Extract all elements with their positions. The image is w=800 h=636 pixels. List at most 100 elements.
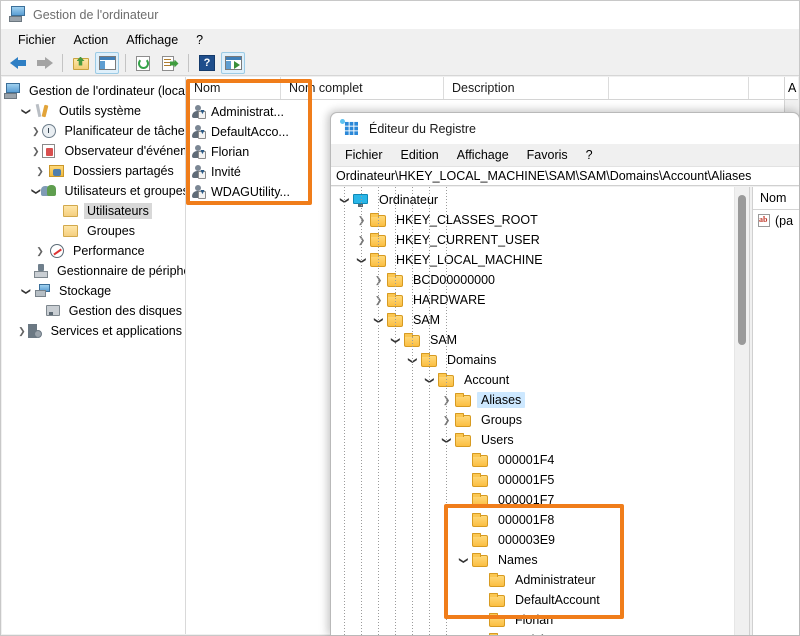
chevron-down-icon[interactable]: ❯ — [21, 103, 32, 119]
cm-tree-item[interactable]: ❯Utilisateurs et groupes l — [2, 181, 185, 201]
registry-tree-item[interactable]: ❯HKEY_CLASSES_ROOT — [331, 210, 734, 230]
chevron-down-icon[interactable]: ❯ — [21, 283, 32, 299]
cm-tree-item[interactable]: ❯Performance — [2, 241, 185, 261]
chevron-right-icon[interactable]: ❯ — [18, 326, 26, 337]
registry-tree-item[interactable]: ❯BCD00000000 — [331, 270, 734, 290]
registry-tree-item-label: SAM — [409, 312, 444, 328]
registry-tree-item[interactable]: ❯SAM — [331, 330, 734, 350]
reg-menu-affichage[interactable]: Affichage — [448, 146, 518, 164]
folder-up-icon[interactable] — [69, 52, 93, 74]
folder-icon — [471, 553, 489, 568]
registry-tree-item[interactable]: Florian — [331, 610, 734, 630]
chevron-down-icon[interactable]: ❯ — [458, 553, 469, 568]
device-manager-icon — [32, 263, 50, 279]
user-account-icon — [190, 164, 208, 180]
back-arrow-icon[interactable] — [6, 52, 30, 74]
chevron-right-icon[interactable]: ❯ — [32, 166, 48, 177]
folder-icon — [488, 593, 506, 608]
tools-icon — [34, 103, 52, 119]
cm-tree-item-label: Utilisateurs — [84, 203, 152, 219]
reg-menu-help[interactable]: ? — [577, 146, 602, 164]
cm-tree-item[interactable]: ❯Dossiers partagés — [2, 161, 185, 181]
list-column-header[interactable]: Nom complet — [281, 77, 444, 99]
cm-tree-item-label: Gestion de l'ordinateur (local) — [26, 83, 186, 99]
registry-tree-item[interactable]: ❯Domains — [331, 350, 734, 370]
registry-tree-item[interactable]: DefaultAccount — [331, 590, 734, 610]
registry-tree-item[interactable]: ❯SAM — [331, 310, 734, 330]
cm-tree-item[interactable]: Gestion des disques — [2, 301, 185, 321]
registry-tree-item[interactable]: ❯HARDWARE — [331, 290, 734, 310]
cm-tree-item[interactable]: ❯Outils système — [2, 101, 185, 121]
cm-tree-item[interactable]: Groupes — [2, 221, 185, 241]
computer-management-menubar: Fichier Action Affichage ? — [1, 29, 799, 51]
registry-tree-item[interactable]: 000001F8 — [331, 510, 734, 530]
list-column-header[interactable] — [609, 77, 749, 99]
registry-editor-icon — [344, 120, 361, 137]
registry-values-rows[interactable]: ab(pa — [753, 210, 799, 231]
show-hide-tree-icon[interactable] — [95, 52, 119, 74]
list-column-header[interactable]: Description — [444, 77, 609, 99]
user-account-icon — [190, 184, 208, 200]
folder-icon — [488, 633, 506, 636]
registry-editor-titlebar: Éditeur du Registre — [331, 113, 799, 144]
cm-tree-item[interactable]: ❯Services et applications — [2, 321, 185, 341]
registry-tree-item-label: HARDWARE — [409, 292, 489, 308]
registry-tree-item-label: 000001F7 — [494, 492, 558, 508]
toolbar-separator — [125, 54, 126, 72]
chevron-right-icon[interactable]: ❯ — [32, 146, 40, 157]
reg-menu-edition[interactable]: Edition — [392, 146, 448, 164]
chevron-right-icon[interactable]: ❯ — [32, 246, 48, 257]
computer-management-icon — [9, 6, 26, 23]
registry-tree[interactable]: ❯Ordinateur❯HKEY_CLASSES_ROOT❯HKEY_CURRE… — [331, 187, 734, 635]
cm-tree-item[interactable]: Gestion de l'ordinateur (local) — [2, 81, 185, 101]
show-action-pane-icon[interactable] — [221, 52, 245, 74]
registry-tree-item[interactable]: ❯Aliases — [331, 390, 734, 410]
reg-menu-fichier[interactable]: Fichier — [336, 146, 392, 164]
menu-fichier[interactable]: Fichier — [9, 31, 65, 49]
user-list-row-name: DefaultAcco... — [211, 125, 289, 139]
registry-tree-item[interactable]: Invité — [331, 630, 734, 635]
export-list-icon[interactable] — [158, 52, 182, 74]
cm-tree-item[interactable]: Gestionnaire de périphé — [2, 261, 185, 281]
list-column-header[interactable]: Nom — [186, 77, 281, 99]
computer-management-tree[interactable]: Gestion de l'ordinateur (local) ❯Outils s… — [2, 77, 186, 634]
shared-folders-icon — [48, 163, 66, 179]
scrollbar-thumb[interactable] — [738, 195, 746, 345]
help-icon[interactable]: ? — [195, 52, 219, 74]
menu-help[interactable]: ? — [187, 31, 212, 49]
reg-menu-favoris[interactable]: Favoris — [518, 146, 577, 164]
registry-tree-item[interactable]: ❯Groups — [331, 410, 734, 430]
event-viewer-icon — [40, 143, 58, 159]
registry-editor-window: Éditeur du Registre Fichier Edition Affi… — [330, 112, 800, 636]
registry-tree-item[interactable]: ❯HKEY_LOCAL_MACHINE — [331, 250, 734, 270]
menu-action[interactable]: Action — [65, 31, 118, 49]
values-column-header-nom[interactable]: Nom — [753, 187, 799, 210]
menu-affichage[interactable]: Affichage — [117, 31, 187, 49]
cm-tree-item[interactable]: ❯Stockage — [2, 281, 185, 301]
refresh-icon[interactable] — [132, 52, 156, 74]
registry-tree-item[interactable]: 000003E9 — [331, 530, 734, 550]
registry-value-row[interactable]: ab(pa — [753, 210, 799, 231]
registry-tree-item[interactable]: ❯Users — [331, 430, 734, 450]
registry-tree-item[interactable]: 000001F7 — [331, 490, 734, 510]
cm-tree-item-label: Gestionnaire de périphé — [54, 263, 186, 279]
registry-editor-body: ❯Ordinateur❯HKEY_CLASSES_ROOT❯HKEY_CURRE… — [331, 187, 799, 635]
forward-arrow-icon[interactable] — [32, 52, 56, 74]
cm-tree-item[interactable]: Utilisateurs — [2, 201, 185, 221]
cm-tree-item[interactable]: ❯Observateur d'événeme — [2, 141, 185, 161]
cm-tree-item[interactable]: ❯Planificateur de tâches — [2, 121, 185, 141]
folder-icon — [488, 613, 506, 628]
storage-icon — [34, 283, 52, 299]
registry-tree-item[interactable]: ❯HKEY_CURRENT_USER — [331, 230, 734, 250]
registry-tree-item[interactable]: ❯Account — [331, 370, 734, 390]
registry-address-bar[interactable]: Ordinateur\HKEY_LOCAL_MACHINE\SAM\SAM\Do… — [331, 166, 799, 186]
registry-tree-item[interactable]: Administrateur — [331, 570, 734, 590]
registry-tree-item[interactable]: ❯Names — [331, 550, 734, 570]
chevron-right-icon[interactable]: ❯ — [32, 126, 40, 137]
registry-tree-item[interactable]: ❯Ordinateur — [331, 190, 734, 210]
folder-icon — [488, 573, 506, 588]
registry-tree-scrollbar[interactable] — [734, 187, 749, 635]
registry-tree-item[interactable]: 000001F4 — [331, 450, 734, 470]
registry-tree-item[interactable]: 000001F5 — [331, 470, 734, 490]
toolbar-separator — [62, 54, 63, 72]
